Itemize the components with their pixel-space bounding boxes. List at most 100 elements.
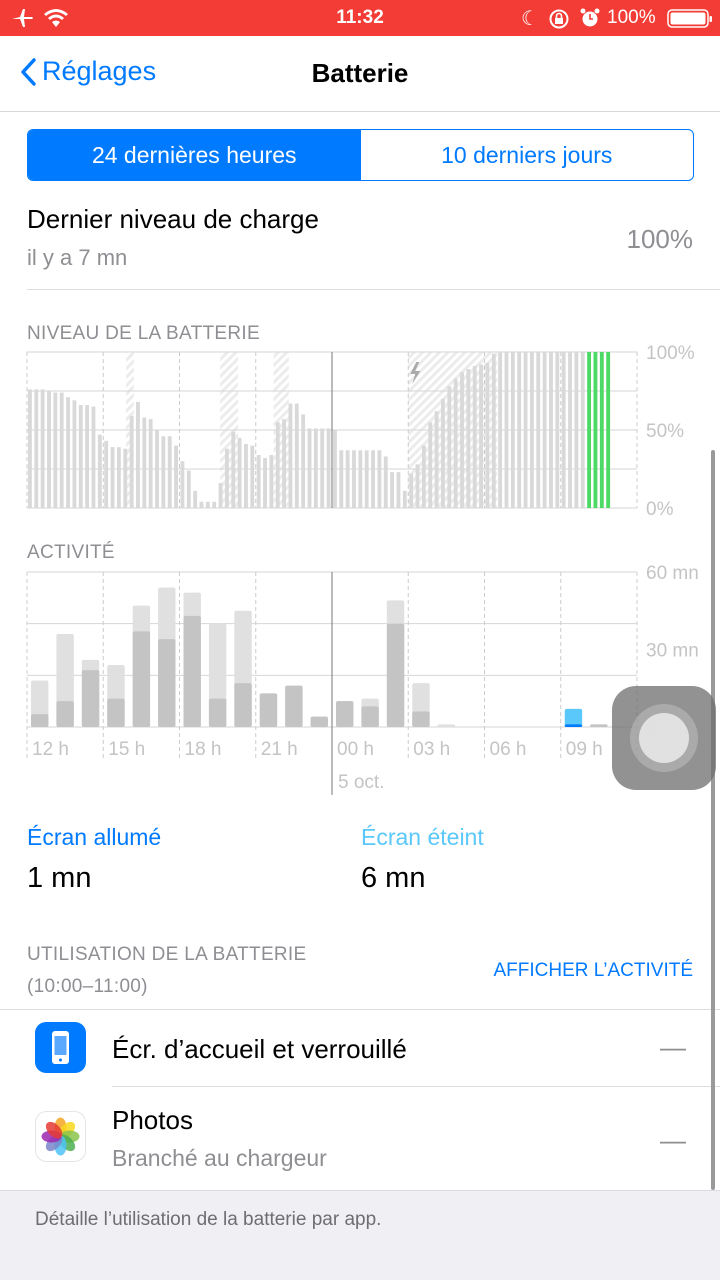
x-tick-label: 21 h [261,739,298,760]
battery-bar [212,501,217,508]
battery-percent: 100% [607,7,656,28]
battery-bar [174,445,178,508]
battery-bar [59,392,64,508]
battery-bar [218,483,223,508]
battery-bar [256,454,261,508]
battery-bar [275,422,280,508]
battery-bar [555,352,560,508]
y-tick-label: 50% [646,421,684,442]
battery-bar [364,450,369,508]
battery-bar [142,417,147,508]
battery-bar [447,386,452,508]
battery-bar [434,411,439,508]
footer: Détaille l’utilisation de la batterie pa… [0,1190,720,1280]
activity-bar-screen-on [590,724,608,727]
activity-bar-screen-on [132,631,151,727]
battery-bar [358,450,363,508]
last-charge-label: Dernier niveau de charge [27,204,319,234]
navigation-bar: Réglages Batterie [0,36,720,112]
battery-bar [377,450,382,508]
footer-text: Détaille l’utilisation de la batterie pa… [35,1209,382,1230]
battery-bar [313,428,318,508]
battery-bar [352,450,356,508]
activity-bar-screen-on [107,698,125,727]
activity-bar-screen-on [564,724,583,727]
scrollbar[interactable] [711,450,715,1190]
home-lock-screen-icon [35,1022,86,1073]
battery-bar [574,352,579,508]
battery-bar [466,369,471,508]
battery-bar [47,391,51,508]
battery-bar [85,405,90,508]
battery-bar [104,440,109,508]
app-row-home-lock[interactable]: Écr. d’accueil et verrouillé — [0,1010,720,1086]
screen-on-label: Écran allumé [27,824,162,850]
battery-bar [580,352,585,508]
battery-bar [301,414,306,508]
battery-bar [333,430,337,508]
battery-bar [523,352,528,508]
battery-bar [504,352,509,508]
activity-bar-screen-on [412,711,430,727]
battery-bar [568,352,572,508]
battery-bar [53,392,58,508]
battery-bar [294,403,299,508]
activity-bar-screen-on [234,683,252,727]
battery-bar [561,352,566,508]
battery-bar [78,405,83,508]
rotation-lock-icon [549,9,569,29]
x-tick-label: 12 h [32,739,69,760]
battery-bar [510,352,515,508]
usage-range: (10:00–11:00) [27,976,148,997]
battery-bar [199,501,204,508]
app-name: Écr. d’accueil et verrouillé [112,1034,407,1064]
battery-bar [390,472,395,508]
period-segmented-control: 24 dernières heures 10 derniers jours [27,129,694,181]
battery-bar [402,490,407,508]
battery-bar [339,450,344,508]
battery-bar [383,456,388,508]
assistive-touch-button[interactable] [612,686,716,790]
x-tick-label: 09 h [566,739,603,760]
battery-icon [667,9,712,28]
activity-bar-screen-on [183,615,201,727]
battery-bar [66,397,70,508]
battery-bar [542,352,547,508]
x-tick-label: 03 h [413,739,450,760]
app-usage-value: — [660,1032,686,1062]
app-usage-value: — [660,1125,686,1155]
battery-bar [326,428,331,508]
activity-bar-screen-on [56,701,74,727]
date-label: 5 oct. [338,772,384,793]
show-activity-button[interactable]: AFFICHER L’ACTIVITÉ [493,960,693,982]
page-title: Batterie [311,58,409,88]
battery-level-chart: 100% 50% 0% [26,343,695,520]
battery-bar [606,352,611,508]
activity-bar-screen-on [285,685,303,727]
y-tick-label: 100% [646,343,695,364]
app-row-photos[interactable]: Photos Branché au chargeur — [0,1087,720,1190]
usage-title: UTILISATION DE LA BATTERIE [27,944,307,965]
battery-bar [415,464,420,508]
tab-24-hours[interactable]: 24 dernières heures [28,130,361,180]
battery-bar [282,419,287,508]
battery-bar [428,422,433,508]
battery-bar [460,372,464,508]
battery-bar [593,352,598,508]
battery-bar [237,437,242,508]
activity-bar-screen-on [208,698,227,727]
battery-bar [244,444,248,508]
tab-10-days[interactable]: 10 derniers jours [361,130,694,180]
battery-bar [345,450,350,508]
battery-bar [599,352,604,508]
battery-bar [110,447,115,508]
battery-bar [72,400,77,508]
y-tick-label: 60 mn [646,563,699,584]
activity-bar-screen-on [336,701,354,727]
battery-bar [148,419,153,508]
battery-bar [180,461,185,508]
x-tick-label: 06 h [490,739,527,760]
screen-off-value: 6 mn [361,862,426,894]
battery-bar [479,364,483,508]
battery-bar [491,353,496,508]
